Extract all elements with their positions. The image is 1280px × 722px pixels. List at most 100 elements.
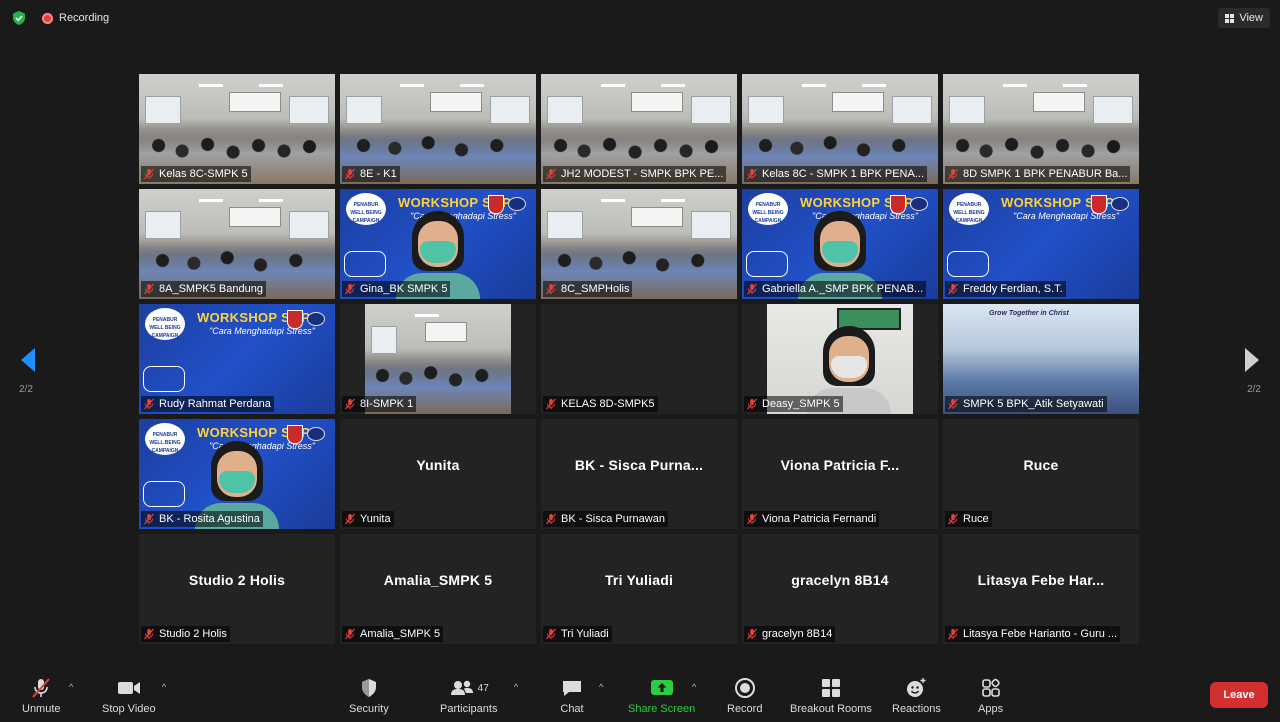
leave-button[interactable]: Leave xyxy=(1210,682,1268,708)
participant-tile[interactable]: JH2 MODEST - SMPK BPK PE... xyxy=(541,74,737,184)
muted-microphone-icon xyxy=(29,676,53,700)
participant-tile[interactable]: BK - Sisca Purna... BK - Sisca Purnawan xyxy=(541,419,737,529)
participant-tile[interactable]: 8A_SMPK5 Bandung xyxy=(139,189,335,299)
participant-tile[interactable]: PENABUR WELL BEING CAMPAIGN WORKSHOP SMP "… xyxy=(139,304,335,414)
record-button[interactable]: Record xyxy=(727,676,762,715)
school-crest-icon xyxy=(287,310,303,329)
smiley-reaction-icon xyxy=(904,676,928,700)
participant-name: 8A_SMPK5 Bandung xyxy=(159,283,263,295)
participant-tile[interactable]: Litasya Febe Har... Litasya Febe Harianto… xyxy=(943,534,1139,644)
security-label: Security xyxy=(349,703,389,715)
participant-tile[interactable]: 8C_SMPHolis xyxy=(541,189,737,299)
participant-nameplate: Freddy Ferdian, S.T. xyxy=(945,281,1066,297)
previous-page-arrow-icon[interactable] xyxy=(18,346,38,374)
reactions-button[interactable]: Reactions xyxy=(892,676,941,715)
muted-mic-icon xyxy=(344,513,356,525)
participant-nameplate: JH2 MODEST - SMPK BPK PE... xyxy=(543,166,727,182)
participant-tile[interactable]: Tri Yuliadi Tri Yuliadi xyxy=(541,534,737,644)
participant-tile[interactable]: Viona Patricia F... Viona Patricia Fernan… xyxy=(742,419,938,529)
participant-tile[interactable]: KELAS 8D-SMPK5 xyxy=(541,304,737,414)
participant-name: BK - Rosita Agustina xyxy=(159,513,260,525)
muted-mic-icon xyxy=(143,168,155,180)
participant-name: Gina_BK SMPK 5 xyxy=(360,283,448,295)
share-screen-icon xyxy=(649,676,675,700)
view-button[interactable]: View xyxy=(1218,8,1270,28)
muted-mic-icon xyxy=(344,628,356,640)
participant-name: BK - Sisca Purnawan xyxy=(561,513,665,525)
video-camera-icon xyxy=(116,676,142,700)
participant-nameplate: Amalia_SMPK 5 xyxy=(342,626,444,642)
gallery-grid: Kelas 8C-SMPK 5 8E - K1 JH2 MODEST - SMPK … xyxy=(139,74,1139,644)
recording-label: Recording xyxy=(59,12,110,24)
security-shield-toolbar-icon xyxy=(358,676,380,700)
participant-name: Tri Yuliadi xyxy=(561,628,609,640)
participants-button[interactable]: 47 Participants xyxy=(440,676,497,715)
participant-tile[interactable]: Yunita Yunita xyxy=(340,419,536,529)
participant-tile[interactable]: Kelas 8C - SMPK 1 BPK PENA... xyxy=(742,74,938,184)
recording-dot-icon xyxy=(42,12,53,24)
muted-mic-icon xyxy=(746,168,758,180)
participant-tile[interactable]: PENABUR WELL BEING CAMPAIGN WORKSHOP SMP "… xyxy=(742,189,938,299)
participant-tile[interactable]: Kelas 8C-SMPK 5 xyxy=(139,74,335,184)
participant-display-name: Viona Patricia F... xyxy=(780,457,900,473)
security-shield-icon[interactable] xyxy=(11,10,27,26)
participant-tile[interactable]: PENABUR WELL BEING CAMPAIGN WORKSHOP SMP "… xyxy=(340,189,536,299)
participant-tile[interactable]: gracelyn 8B14 gracelyn 8B14 xyxy=(742,534,938,644)
hearts-icon xyxy=(344,251,386,277)
participant-tile[interactable]: 8D SMPK 1 BPK PENABUR Ba... xyxy=(943,74,1139,184)
participant-tile[interactable]: PENABUR WELL BEING CAMPAIGN WORKSHOP SMP "… xyxy=(139,419,335,529)
breakout-rooms-icon xyxy=(819,676,843,700)
participant-tile[interactable]: Deasy_SMPK 5 xyxy=(742,304,938,414)
grid-view-icon xyxy=(1225,13,1235,23)
participant-nameplate: Deasy_SMPK 5 xyxy=(744,396,843,412)
participants-label: Participants xyxy=(440,703,498,715)
participant-tile[interactable]: Studio 2 Holis Studio 2 Holis xyxy=(139,534,335,644)
recording-indicator[interactable]: Recording xyxy=(42,12,109,24)
participant-name: Deasy_SMPK 5 xyxy=(762,398,840,410)
participant-name: Gabriella A._SMP BPK PENAB... xyxy=(762,283,924,295)
stop-video-button[interactable]: Stop Video xyxy=(102,676,156,715)
participant-nameplate: Ruce xyxy=(945,511,992,527)
participant-nameplate: Rudy Rahmat Perdana xyxy=(141,396,274,412)
participants-options-caret-icon[interactable]: ^ xyxy=(514,682,518,692)
participant-name: Studio 2 Holis xyxy=(159,628,227,640)
security-button[interactable]: Security xyxy=(349,676,389,715)
chat-button[interactable]: Chat xyxy=(560,676,584,715)
muted-mic-icon xyxy=(143,513,155,525)
reactions-label: Reactions xyxy=(892,703,941,715)
penabur-logo: PENABUR WELL BEING CAMPAIGN xyxy=(145,308,185,340)
chat-options-caret-icon[interactable]: ^ xyxy=(599,682,603,692)
apps-label: Apps xyxy=(978,703,1004,715)
participant-nameplate: BK - Sisca Purnawan xyxy=(543,511,668,527)
participant-nameplate: 8D SMPK 1 BPK PENABUR Ba... xyxy=(945,166,1131,182)
participant-name: JH2 MODEST - SMPK BPK PE... xyxy=(561,168,724,180)
audio-options-caret-icon[interactable]: ^ xyxy=(69,682,73,692)
participant-name: Freddy Ferdian, S.T. xyxy=(963,283,1063,295)
participant-nameplate: 8C_SMPHolis xyxy=(543,281,633,297)
participant-tile[interactable]: Amalia_SMPK 5 Amalia_SMPK 5 xyxy=(340,534,536,644)
meeting-toolbar: Unmute ^ Stop Video ^ Security 47 Partic… xyxy=(0,670,1280,722)
video-options-caret-icon[interactable]: ^ xyxy=(162,682,166,692)
participant-tile[interactable]: 8I-SMPK 1 xyxy=(340,304,536,414)
apps-button[interactable]: Apps xyxy=(978,676,1003,715)
participant-tile[interactable]: Grow Together in Christ SMPK 5 BPK_Atik S… xyxy=(943,304,1139,414)
muted-mic-icon xyxy=(344,283,356,295)
participant-nameplate: Tri Yuliadi xyxy=(543,626,612,642)
penabur-logo: PENABUR WELL BEING CAMPAIGN xyxy=(346,193,386,225)
muted-mic-icon xyxy=(746,398,758,410)
participant-nameplate: Gabriella A._SMP BPK PENAB... xyxy=(744,281,927,297)
participant-nameplate: Yunita xyxy=(342,511,394,527)
share-options-caret-icon[interactable]: ^ xyxy=(692,682,696,692)
participant-tile[interactable]: 8E - K1 xyxy=(340,74,536,184)
next-page-arrow-icon[interactable] xyxy=(1242,346,1262,374)
school-crest-icon xyxy=(287,425,303,444)
participant-name: Yunita xyxy=(360,513,391,525)
participant-tile[interactable]: PENABUR WELL BEING CAMPAIGN WORKSHOP SMP "… xyxy=(943,189,1139,299)
breakout-rooms-button[interactable]: Breakout Rooms xyxy=(790,676,872,715)
unmute-button[interactable]: Unmute xyxy=(22,676,61,715)
share-screen-button[interactable]: Share Screen xyxy=(628,676,695,715)
participant-nameplate: BK - Rosita Agustina xyxy=(141,511,263,527)
muted-mic-icon xyxy=(143,398,155,410)
participant-nameplate: 8E - K1 xyxy=(342,166,400,182)
participant-tile[interactable]: Ruce Ruce xyxy=(943,419,1139,529)
